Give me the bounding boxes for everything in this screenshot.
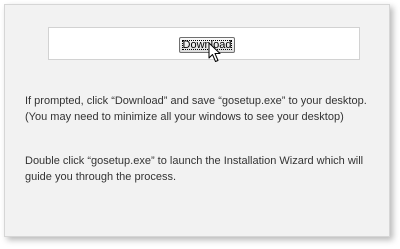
instruction-step-1: If prompted, click “Download” and save “… [25,95,367,123]
mouse-pointer-icon [208,42,221,62]
download-button[interactable]: Download [179,37,235,53]
screenshot-stage: Download If prompted, click “Download” a… [0,0,400,249]
instruction-step-2: Double click “gosetup.exe” to launch the… [25,155,364,183]
download-box: Download [48,27,360,60]
instructions-panel: Download If prompted, click “Download” a… [4,4,390,237]
